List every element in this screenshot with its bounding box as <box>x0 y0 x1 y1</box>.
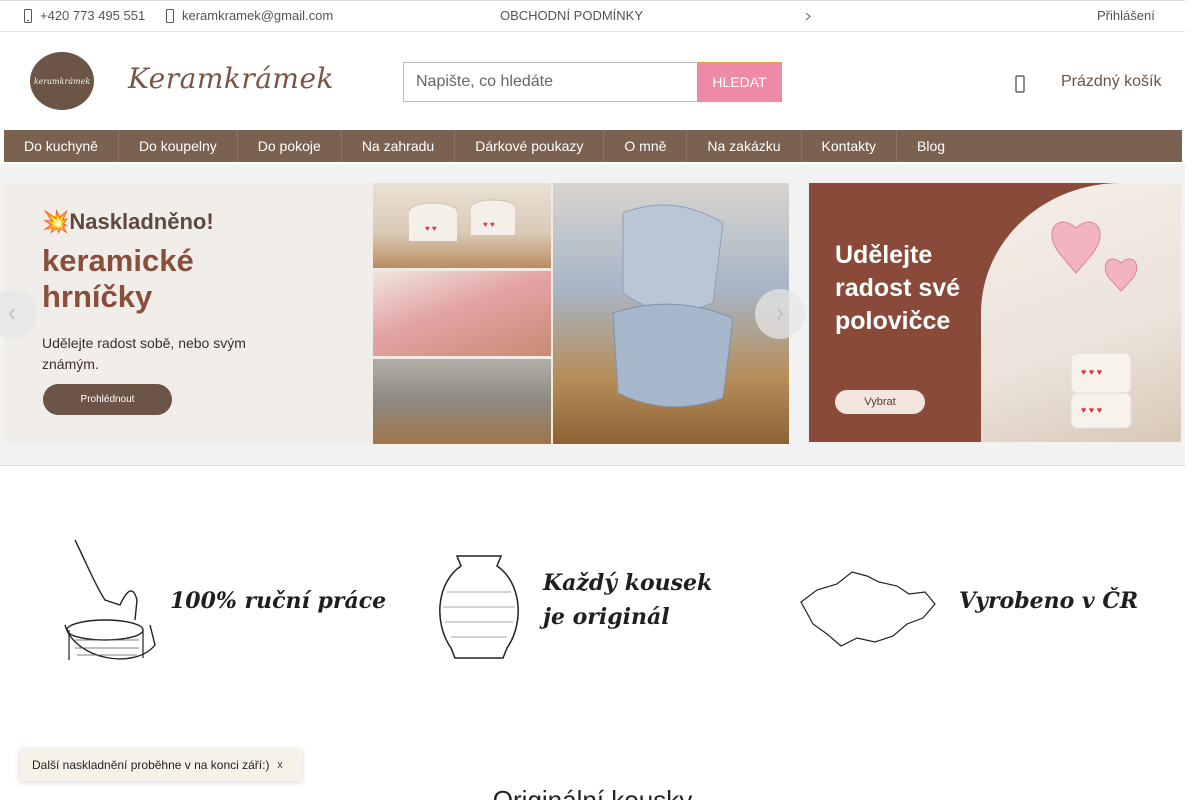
nav-item-room[interactable]: Do pokoje <box>238 130 342 162</box>
mugs-photo-grey <box>373 359 551 444</box>
section-title: Originální kousky <box>492 785 693 800</box>
banner-view-button[interactable]: Prohlédnout <box>43 384 172 415</box>
nav-item-bathroom[interactable]: Do koupelny <box>119 130 238 162</box>
cart-icon[interactable] <box>1015 73 1025 93</box>
phone-number: +420 773 495 551 <box>40 8 146 23</box>
feature-handmade-text: 100% ruční práce <box>170 588 387 614</box>
banner2-choose-button[interactable]: Vybrat <box>835 390 925 414</box>
phone-icon <box>24 8 32 23</box>
chevron-left-icon <box>9 308 15 320</box>
banner-kicker: 💥Naskladněno! <box>42 209 214 234</box>
login-label: Přihlášení <box>1097 8 1155 23</box>
feature-made-in-cz: Vyrobeno v ČR <box>797 530 1139 680</box>
svg-text:♥ ♥: ♥ ♥ <box>483 220 495 229</box>
feature-original-text: Každý kousek je originál <box>543 570 713 630</box>
main-navigation: Do kuchyně Do koupelny Do pokoje Na zahr… <box>4 130 1182 162</box>
email-contact[interactable]: keramkramek@gmail.com <box>166 8 333 23</box>
slider-next-button[interactable] <box>755 289 805 339</box>
cups-photo-blue <box>553 183 789 444</box>
nav-item-gift-vouchers[interactable]: Dárkové poukazy <box>455 130 605 162</box>
banner2-title: Udělejte radost své polovičce <box>835 241 961 335</box>
svg-text:♥ ♥: ♥ ♥ <box>425 224 437 233</box>
nav-item-blog[interactable]: Blog <box>897 130 965 162</box>
close-icon[interactable] <box>277 761 283 769</box>
search-input[interactable] <box>403 62 698 102</box>
heart-mug-photo: ♥ ♥ ♥ ♥ ♥ ♥ <box>981 183 1181 442</box>
cart-link[interactable]: Prázdný košík <box>1061 73 1161 91</box>
czech-map-icon <box>800 571 936 647</box>
svg-text:♥ ♥ ♥: ♥ ♥ ♥ <box>1081 405 1102 415</box>
heart-mugs-illustration: ♥ ♥ ♥ ♥ ♥ ♥ <box>1051 221 1138 429</box>
hands-pottery-icon <box>64 539 156 660</box>
terms-label: OBCHODNÍ PODMÍNKY <box>500 8 644 23</box>
nav-item-about[interactable]: O mně <box>604 130 688 162</box>
mugs-photo-hearts: ♥ ♥ ♥ ♥ <box>373 183 551 268</box>
logo-badge[interactable]: keramkrámek <box>30 52 94 110</box>
nav-item-contacts[interactable]: Kontakty <box>802 130 898 162</box>
top-bar: +420 773 495 551 keramkramek@gmail.com O… <box>0 0 1185 32</box>
nav-item-garden[interactable]: Na zahradu <box>342 130 456 162</box>
banner-subtitle: Udělejte radost sobě, nebo svým známým. <box>42 335 246 372</box>
banner-title: keramické hrníčky <box>42 243 194 314</box>
banner-text-panel: 💥Naskladněno! keramické hrníčky Udělejte… <box>4 183 373 444</box>
email-address: keramkramek@gmail.com <box>182 8 334 23</box>
terms-link[interactable]: OBCHODNÍ PODMÍNKY <box>500 8 643 23</box>
mail-icon <box>166 8 174 23</box>
login-link[interactable]: Přihlášení <box>1097 8 1155 23</box>
phone-contact[interactable]: +420 773 495 551 <box>24 8 145 23</box>
feature-made-in-cz-text: Vyrobeno v ČR <box>959 588 1139 614</box>
mug-photo-pink <box>373 271 551 356</box>
toast-text: Další naskladnění proběhne v na konci zá… <box>32 758 270 772</box>
hero-banner-couple[interactable]: ♥ ♥ ♥ ♥ ♥ ♥ Udělejte radost své polovičc… <box>809 183 1181 442</box>
blue-cups-illustration <box>612 204 734 408</box>
nav-item-custom-order[interactable]: Na zakázku <box>687 130 802 162</box>
chevron-right-icon <box>777 308 783 320</box>
heart-cups-illustration: ♥ ♥ ♥ ♥ <box>408 199 516 241</box>
vase-icon <box>439 555 519 659</box>
feature-original: Každý kousek je originál <box>433 530 723 680</box>
feature-handmade: 100% ruční práce <box>55 530 395 680</box>
search-button[interactable]: HLEDAT <box>697 62 782 102</box>
chevron-down-icon[interactable] <box>805 12 811 21</box>
hero-banner-mugs[interactable]: 💥Naskladněno! keramické hrníčky Udělejte… <box>4 183 789 444</box>
svg-text:♥ ♥ ♥: ♥ ♥ ♥ <box>1081 367 1102 377</box>
stock-notice-toast: Další naskladnění proběhne v na konci zá… <box>20 749 302 781</box>
logo-badge-text: keramkrámek <box>33 76 91 86</box>
logo-wordmark[interactable]: Keramkrámek <box>128 62 334 95</box>
nav-item-kitchen[interactable]: Do kuchyně <box>4 130 119 162</box>
